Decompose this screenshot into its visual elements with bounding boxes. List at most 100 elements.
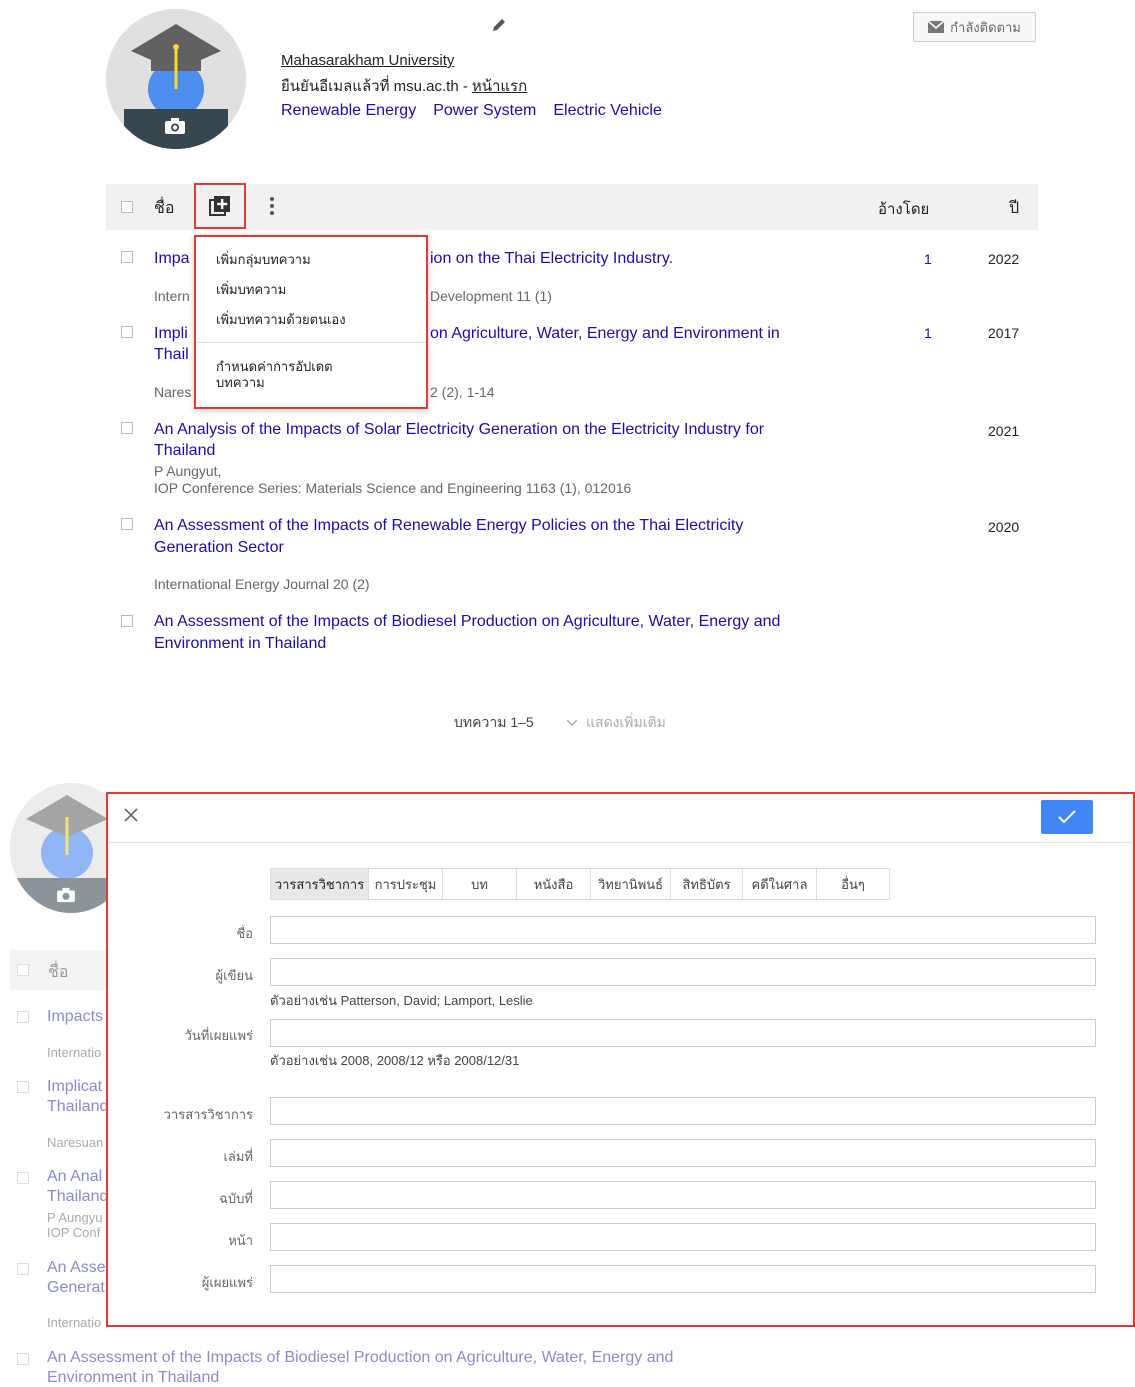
tab-book[interactable]: หนังสือ: [517, 869, 591, 899]
background-meta: Internatio: [47, 1045, 102, 1060]
publication-date-label: วันที่เผยแพร่: [184, 1028, 253, 1043]
background-title: An Asse: [47, 1259, 106, 1276]
verified-email-line: ยืนยันอีเมลแล้วที่ msu.ac.th - หน้าแรก: [281, 74, 527, 98]
tab-thesis[interactable]: วิทยานิพนธ์: [591, 869, 671, 899]
article-title[interactable]: An Analysis of the Impacts of Solar Elec…: [154, 419, 764, 440]
pagination-label: บทความ 1–5: [454, 714, 534, 730]
menu-item-add-article[interactable]: เพิ่มบทความ: [216, 279, 286, 300]
publisher-label: ผู้เผยแพร่: [201, 1275, 253, 1290]
column-cited-by[interactable]: อ้างโดย: [878, 197, 929, 221]
add-library-icon: [209, 196, 230, 216]
background-checkbox: [17, 964, 29, 976]
dialog-toolbar: [108, 794, 1133, 843]
article-title-cont[interactable]: on Agriculture, Water, Energy and Enviro…: [430, 323, 780, 344]
article-authors: P Aungyut,: [154, 463, 222, 479]
row-checkbox[interactable]: [121, 422, 133, 434]
authors-label: ผู้เขียน: [215, 968, 253, 983]
article-title[interactable]: An Assessment of the Impacts of Biodiese…: [154, 611, 780, 632]
mail-icon: [928, 21, 945, 33]
research-interests: Renewable Energy Power System Electric V…: [281, 102, 662, 120]
background-checkbox: [17, 1172, 29, 1184]
article-title-cont[interactable]: ion on the Thai Electricity Industry.: [430, 248, 673, 269]
camera-icon[interactable]: [164, 117, 186, 135]
title-label: ชื่อ: [236, 926, 253, 941]
pencil-icon[interactable]: [490, 16, 508, 34]
menu-item-update-settings-line1: กำหนดค่าการอัปเดต: [216, 359, 333, 374]
column-title[interactable]: ชื่อ: [154, 196, 174, 221]
volume-field[interactable]: [270, 1139, 1096, 1167]
chevron-down-icon: [566, 719, 578, 727]
menu-item-update-settings-line2: บทความ: [216, 375, 265, 390]
menu-item-add-article-group[interactable]: เพิ่มกลุ่มบทความ: [216, 249, 311, 270]
add-article-button[interactable]: [194, 183, 246, 229]
check-icon: [1058, 810, 1076, 824]
background-title: Implicat: [47, 1078, 103, 1095]
follow-button[interactable]: กำลังติดตาม: [913, 12, 1036, 42]
authors-hint: ตัวอย่างเช่น Patterson, David; Lamport, …: [270, 993, 533, 1008]
row-checkbox[interactable]: [121, 251, 133, 263]
background-title: An Assessment of the Impacts of Biodiese…: [47, 1349, 674, 1366]
tab-journal[interactable]: วารสารวิชาการ: [271, 869, 369, 899]
article-title[interactable]: Impa: [154, 248, 190, 269]
save-button[interactable]: [1041, 800, 1093, 834]
tab-other[interactable]: อื่นๆ: [817, 869, 889, 899]
camera-icon: [57, 887, 75, 903]
article-year: 2017: [988, 325, 1020, 341]
article-meta: International Energy Journal 20 (2): [154, 576, 370, 592]
show-more-label: แสดงเพิ่มเติม: [586, 714, 666, 730]
menu-item-update-settings[interactable]: กำหนดค่าการอัปเดต บทความ: [216, 359, 333, 391]
article-title-line2[interactable]: Thailand: [154, 440, 215, 461]
article-title[interactable]: Impli: [154, 323, 188, 344]
cited-count[interactable]: 1: [924, 251, 932, 267]
tab-court-case[interactable]: คดีในศาล: [743, 869, 817, 899]
tab-conference[interactable]: การประชุม: [369, 869, 443, 899]
tab-chapter[interactable]: บท: [443, 869, 517, 899]
publication-date-hint: ตัวอย่างเช่น 2008, 2008/12 หรือ 2008/12/…: [270, 1053, 520, 1068]
authors-field[interactable]: [270, 958, 1096, 986]
publisher-field[interactable]: [270, 1265, 1096, 1293]
article-meta-cont: Development 11 (1): [430, 288, 552, 304]
article-meta: Intern: [154, 288, 190, 304]
profile-avatar[interactable]: [106, 9, 246, 149]
background-author: P Aungyu: [47, 1210, 103, 1225]
select-all-checkbox[interactable]: [121, 201, 133, 213]
interest-link[interactable]: Electric Vehicle: [553, 102, 662, 120]
article-title[interactable]: An Assessment of the Impacts of Renewabl…: [154, 515, 743, 536]
article-title-line2[interactable]: Environment in Thailand: [154, 633, 326, 654]
affiliation-link[interactable]: Mahasarakham University: [281, 52, 454, 69]
pages-field[interactable]: [270, 1223, 1096, 1251]
row-checkbox[interactable]: [121, 615, 133, 627]
background-column-title: ชื่อ: [48, 964, 69, 981]
title-field[interactable]: [270, 916, 1096, 944]
kebab-icon[interactable]: [268, 195, 276, 217]
article-type-tabs: วารสารวิชาการ การประชุม บท หนังสือ วิทยา…: [270, 868, 890, 900]
background-title-line2: Environment in Thailand: [47, 1369, 220, 1386]
article-meta: IOP Conference Series: Materials Science…: [154, 480, 632, 496]
journal-label: วารสารวิชาการ: [163, 1107, 253, 1122]
issue-field[interactable]: [270, 1181, 1096, 1209]
row-checkbox[interactable]: [121, 326, 133, 338]
row-checkbox[interactable]: [121, 518, 133, 530]
interest-link[interactable]: Power System: [433, 102, 536, 120]
publication-date-field[interactable]: [270, 1019, 1096, 1047]
article-title-line2[interactable]: Generation Sector: [154, 537, 284, 558]
background-meta: Naresuan: [47, 1135, 104, 1150]
tab-patent[interactable]: สิทธิบัตร: [671, 869, 743, 899]
cited-count[interactable]: 1: [924, 325, 932, 341]
volume-label: เล่มที่: [223, 1149, 253, 1164]
background-title-line2: Thailand: [47, 1188, 109, 1205]
article-year: 2021: [988, 423, 1020, 439]
journal-field[interactable]: [270, 1097, 1096, 1125]
close-icon[interactable]: [120, 804, 142, 826]
homepage-link[interactable]: หน้าแรก: [472, 78, 527, 95]
article-meta: Nares: [154, 384, 192, 400]
follow-label: กำลังติดตาม: [950, 19, 1021, 35]
background-title-line2: Thailand: [47, 1098, 109, 1115]
interest-link[interactable]: Renewable Energy: [281, 102, 416, 120]
menu-item-add-article-manually[interactable]: เพิ่มบทความด้วยตนเอง: [216, 309, 346, 330]
column-year[interactable]: ปี: [1009, 196, 1019, 221]
menu-divider: [196, 342, 426, 343]
background-title: Impacts: [47, 1008, 104, 1025]
article-title-line2[interactable]: Thail: [154, 344, 189, 365]
article-meta-cont: 2 (2), 1-14: [430, 384, 495, 400]
